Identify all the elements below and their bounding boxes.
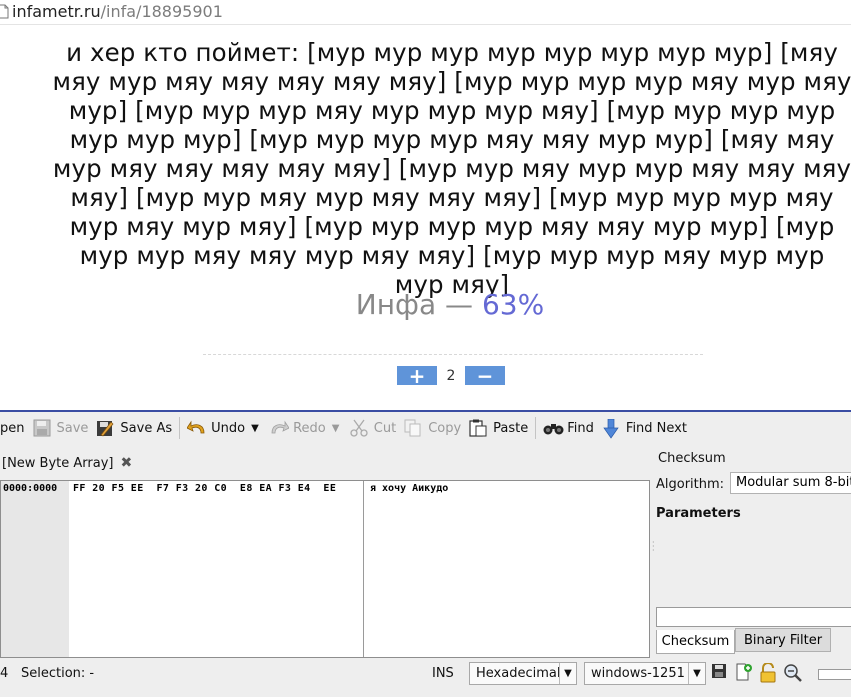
vote-count: 2: [446, 367, 456, 384]
divider: [0, 24, 851, 25]
hex-editor-window: pen Save Save As Undo ▼ Redo ▼ Cut Copy: [0, 410, 851, 697]
scissors-icon: [350, 419, 368, 437]
close-icon[interactable]: ✖: [120, 456, 133, 470]
binoculars-icon: [543, 419, 564, 437]
encoding-select[interactable]: windows-1251 ▼: [584, 662, 706, 685]
hex-bytes[interactable]: FF 20 F5 EE F7 F3 20 C0 E8 EA F3 E4 EE: [73, 483, 336, 494]
verdict-percent: 63%: [481, 288, 545, 321]
status-icons: [711, 662, 807, 683]
open-label: pen: [0, 420, 25, 436]
find-button[interactable]: Find: [539, 415, 598, 441]
toolbar-separator: [535, 417, 537, 439]
url-domain: infametr.ru: [12, 1, 101, 21]
chevron-down-icon: ▼: [688, 663, 705, 684]
codetype-select[interactable]: Hexadecimal ▼: [469, 662, 577, 685]
status-bar: 4 Selection: - INS Hexadecimal ▼ windows…: [0, 660, 851, 688]
edit-mode[interactable]: INS: [432, 666, 454, 681]
url-path: /infa/18895901: [100, 1, 223, 21]
undo-button[interactable]: Undo ▼: [183, 415, 265, 441]
resize-grip-icon[interactable]: · · ·: [652, 539, 655, 555]
tab-checksum[interactable]: Checksum: [656, 630, 735, 654]
encoding-value: windows-1251: [591, 666, 685, 681]
page-icon: [0, 4, 9, 18]
paste-label: Paste: [493, 420, 529, 436]
copy-label: Copy: [428, 420, 462, 436]
vote-minus-button[interactable]: −: [465, 366, 505, 386]
cut-label: Cut: [373, 420, 397, 436]
address-column: 0000:0000: [1, 481, 69, 657]
undo-icon: [186, 419, 205, 437]
undo-label: Undo: [211, 420, 246, 436]
panel-title: Checksum: [658, 451, 726, 466]
vote-plus-button[interactable]: +: [397, 366, 437, 386]
cut-button[interactable]: Cut: [346, 415, 400, 441]
checksum-panel: · · · Checksum Algorithm: Modular sum 8-bi…: [650, 445, 851, 660]
save-icon[interactable]: [711, 663, 729, 681]
verdict-label: Инфа —: [355, 288, 474, 321]
vote-controls: + 2 −: [397, 366, 505, 386]
save-button[interactable]: Save: [29, 415, 93, 441]
copy-button[interactable]: Copy: [400, 415, 465, 441]
clipboard-icon: [469, 419, 487, 437]
tab-title: [New Byte Array]: [2, 455, 114, 471]
chevron-down-icon: ▼: [559, 663, 576, 684]
undo-dropdown-icon[interactable]: ▼: [251, 423, 261, 434]
find-next-button[interactable]: Find Next: [598, 415, 691, 441]
save-label: Save: [56, 420, 89, 436]
unlocked-icon[interactable]: [759, 662, 777, 683]
redo-icon: [269, 419, 290, 437]
cursor-position: 4: [0, 666, 9, 681]
tab-new-byte-array[interactable]: [New Byte Array] ✖: [2, 452, 133, 474]
tab-binary-filter[interactable]: Binary Filter: [735, 628, 831, 652]
zoom-icon[interactable]: [783, 663, 802, 682]
zoom-slider[interactable]: [818, 669, 851, 680]
save-as-label: Save As: [120, 420, 173, 436]
address-bar[interactable]: infametr.ru/infa/18895901: [0, 0, 223, 22]
result-field[interactable]: [656, 607, 851, 627]
dotted-divider: [203, 354, 703, 355]
open-button[interactable]: pen: [0, 415, 29, 441]
new-document-icon[interactable]: [735, 663, 753, 681]
selection-status: Selection: -: [21, 666, 95, 681]
verdict: Инфа — 63%: [0, 288, 851, 321]
document-tabs: [New Byte Array] ✖: [0, 449, 650, 477]
copy-icon: [404, 419, 422, 437]
column-divider: [363, 481, 364, 657]
toolbar: pen Save Save As Undo ▼ Redo ▼ Cut Copy: [0, 414, 851, 442]
redo-button[interactable]: Redo ▼: [265, 415, 346, 441]
quote-text: и хер кто поймет: [мур мур мур мур мур м…: [52, 38, 851, 299]
parameters-heading: Parameters: [656, 506, 741, 521]
row-address: 0000:0000: [3, 483, 58, 494]
floppy-icon: [33, 419, 51, 437]
algorithm-select[interactable]: Modular sum 8-bit: [730, 472, 851, 494]
hex-view[interactable]: 0000:0000 FF 20 F5 EE F7 F3 20 C0 E8 EA …: [0, 480, 650, 658]
redo-dropdown-icon[interactable]: ▼: [332, 423, 342, 434]
find-next-arrow-icon: [602, 418, 620, 439]
find-label: Find: [567, 420, 594, 436]
text-preview[interactable]: я хочу Аикудо: [370, 483, 448, 494]
paste-button[interactable]: Paste: [465, 415, 532, 441]
pencil-floppy-icon: [96, 419, 114, 437]
codetype-value: Hexadecimal: [476, 666, 561, 681]
find-next-label: Find Next: [625, 420, 687, 436]
toolbar-separator: [179, 417, 181, 439]
save-as-button[interactable]: Save As: [92, 415, 176, 441]
redo-label: Redo: [293, 420, 326, 436]
algorithm-label: Algorithm:: [656, 477, 725, 492]
web-page: infametr.ru/infa/18895901 и хер кто пойм…: [0, 0, 851, 410]
